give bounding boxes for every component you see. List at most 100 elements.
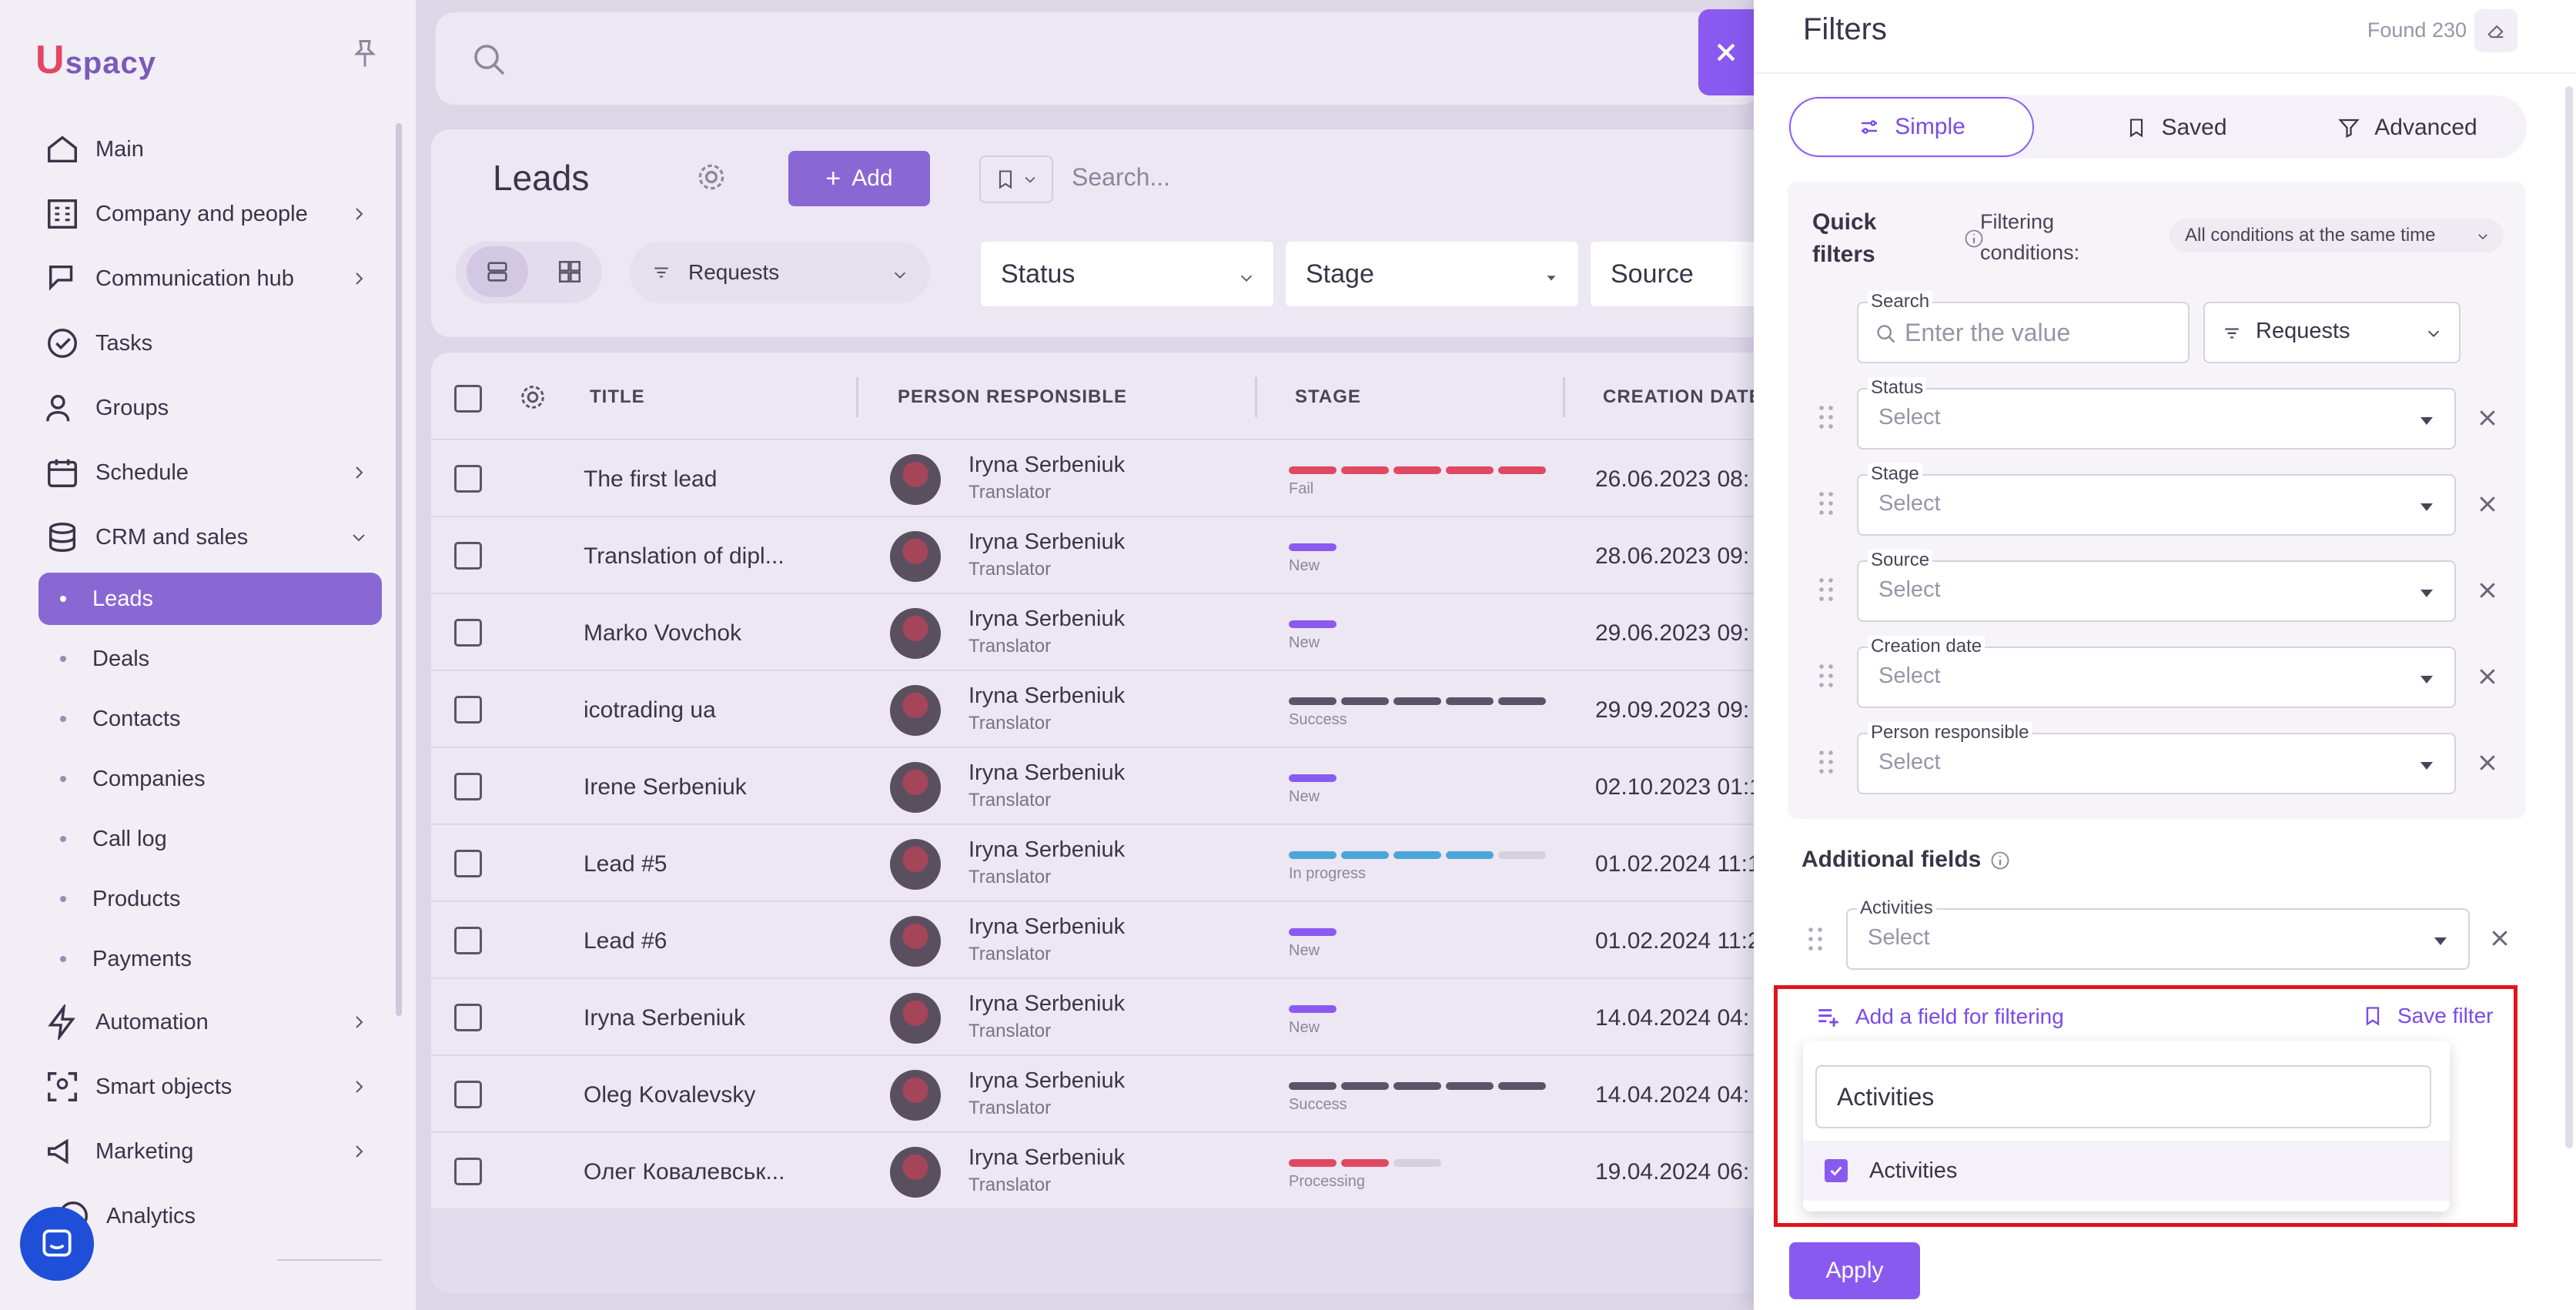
row-checkbox[interactable] (454, 619, 482, 647)
remove-filter-icon[interactable] (2488, 927, 2511, 950)
lead-title[interactable]: Marko Vovchok (584, 620, 741, 647)
table-row[interactable]: Lead #5 Iryna Serbeniuk Translator In pr… (431, 824, 1771, 901)
sidebar-item-marketing[interactable]: Marketing (45, 1128, 368, 1175)
sidebar-scrollbar[interactable] (396, 123, 402, 1016)
close-filters-button[interactable] (1698, 9, 1754, 95)
person-responsible-select[interactable]: Person responsible Select (1857, 722, 2456, 794)
row-checkbox[interactable] (454, 542, 482, 570)
column-header-title[interactable]: TITLE (590, 386, 645, 408)
person-name[interactable]: Iryna Serbeniuk (969, 607, 1125, 632)
sidebar-item-automation[interactable]: Automation (45, 999, 368, 1045)
person-name[interactable]: Iryna Serbeniuk (969, 683, 1125, 709)
requests-select[interactable]: Requests (2203, 302, 2461, 363)
sidebar-sub-contacts[interactable]: Contacts (60, 700, 180, 738)
add-field-button[interactable]: Add a field for filtering (1815, 1004, 2064, 1030)
row-checkbox[interactable] (454, 927, 482, 954)
person-name[interactable]: Iryna Serbeniuk (969, 1145, 1125, 1171)
drag-handle-icon[interactable] (1808, 927, 1823, 951)
row-checkbox[interactable] (454, 1081, 482, 1108)
drag-handle-icon[interactable] (1818, 750, 1834, 774)
row-checkbox[interactable] (454, 1158, 482, 1185)
lead-title[interactable]: Lead #6 (584, 928, 667, 954)
person-name[interactable]: Iryna Serbeniuk (969, 914, 1125, 940)
sidebar-sub-products[interactable]: Products (60, 880, 180, 918)
table-row[interactable]: Translation of dipl... Iryna Serbeniuk T… (431, 516, 1771, 593)
sidebar-item-smart-objects[interactable]: Smart objects (45, 1064, 368, 1110)
person-name[interactable]: Iryna Serbeniuk (969, 1068, 1125, 1094)
remove-filter-icon[interactable] (2476, 579, 2499, 602)
select-all-checkbox[interactable] (454, 385, 482, 413)
lead-title[interactable]: Iryna Serbeniuk (584, 1005, 745, 1031)
tab-saved[interactable]: Saved (2065, 100, 2288, 155)
column-header-stage[interactable]: STAGE (1295, 386, 1361, 408)
sidebar-sub-leads[interactable]: Leads (60, 580, 153, 618)
dropdown-option-activities[interactable]: Activities (1803, 1141, 2450, 1201)
table-row[interactable]: Irene Serbeniuk Iryna Serbeniuk Translat… (431, 747, 1771, 824)
lead-title[interactable]: Олег Ковалевськ... (584, 1159, 785, 1185)
sidebar-sub-deals[interactable]: Deals (60, 640, 149, 678)
stage-filter[interactable]: Stage (1286, 242, 1578, 306)
table-row[interactable]: Iryna Serbeniuk Iryna Serbeniuk Translat… (431, 977, 1771, 1054)
clear-filters-button[interactable] (2474, 9, 2517, 52)
lead-title[interactable]: Irene Serbeniuk (584, 774, 747, 800)
column-header-person[interactable]: PERSON RESPONSIBLE (898, 386, 1127, 408)
pin-icon[interactable] (351, 38, 379, 69)
sidebar-item-schedule[interactable]: Schedule (45, 449, 368, 496)
table-row[interactable]: Олег Ковалевськ... Iryna Serbeniuk Trans… (431, 1131, 1771, 1208)
remove-filter-icon[interactable] (2476, 406, 2499, 429)
row-checkbox[interactable] (454, 696, 482, 724)
sidebar-item-company[interactable]: Company and people (45, 191, 368, 237)
remove-filter-icon[interactable] (2476, 665, 2499, 688)
gear-icon[interactable] (517, 382, 548, 413)
tab-advanced[interactable]: Advanced (2296, 100, 2519, 155)
lead-title[interactable]: Translation of dipl... (584, 543, 785, 570)
person-name[interactable]: Iryna Serbeniuk (969, 453, 1125, 478)
lead-title[interactable]: Oleg Kovalevsky (584, 1082, 755, 1108)
sidebar-item-main[interactable]: Main (45, 126, 368, 172)
global-search-bar[interactable] (436, 12, 1760, 105)
lead-title[interactable]: icotrading ua (584, 697, 716, 724)
column-separator[interactable] (856, 377, 858, 417)
info-icon[interactable] (1989, 850, 2011, 871)
apply-button[interactable]: Apply (1789, 1242, 1920, 1299)
drag-handle-icon[interactable] (1818, 663, 1834, 688)
filtering-conditions-select[interactable]: All conditions at the same time (2170, 219, 2504, 252)
save-filter-button[interactable]: Save filter (2362, 1004, 2494, 1028)
sidebar-item-crm[interactable]: CRM and sales (45, 514, 368, 560)
person-name[interactable]: Iryna Serbeniuk (969, 837, 1125, 863)
kanban-view-button[interactable] (539, 246, 601, 297)
drag-handle-icon[interactable] (1818, 577, 1834, 602)
sidebar-item-communication[interactable]: Communication hub (45, 256, 368, 302)
sidebar-item-analytics[interactable]: Analytics (55, 1193, 379, 1239)
lead-title[interactable]: The first lead (584, 466, 717, 493)
drawer-scrollbar[interactable] (2565, 86, 2573, 1148)
person-name[interactable]: Iryna Serbeniuk (969, 530, 1125, 555)
list-view-button[interactable] (467, 246, 528, 297)
table-row[interactable]: Marko Vovchok Iryna Serbeniuk Translator… (431, 593, 1771, 670)
lead-title[interactable]: Lead #5 (584, 851, 667, 877)
source-select[interactable]: Source Select (1857, 550, 2456, 622)
column-separator[interactable] (1255, 377, 1257, 417)
search-field[interactable]: Search Enter the value (1857, 291, 2190, 363)
row-checkbox[interactable] (454, 465, 482, 493)
leads-search-input[interactable]: Search... (1072, 163, 1170, 192)
support-chat-button[interactable] (20, 1207, 94, 1281)
field-search-input[interactable]: Activities (1815, 1065, 2431, 1128)
table-row[interactable]: Lead #6 Iryna Serbeniuk Translator New 0… (431, 901, 1771, 977)
row-checkbox[interactable] (454, 1004, 482, 1031)
drag-handle-icon[interactable] (1818, 491, 1834, 516)
row-checkbox[interactable] (454, 773, 482, 800)
row-checkbox[interactable] (454, 850, 482, 877)
add-lead-button[interactable]: + Add (788, 151, 930, 206)
table-row[interactable]: icotrading ua Iryna Serbeniuk Translator… (431, 670, 1771, 747)
person-name[interactable]: Iryna Serbeniuk (969, 760, 1125, 786)
sidebar-item-tasks[interactable]: Tasks (45, 320, 368, 366)
activities-select[interactable]: Activities Select (1846, 897, 2470, 970)
requests-select[interactable]: Requests (630, 242, 930, 303)
column-header-creation-date[interactable]: CREATION DATE (1603, 386, 1762, 408)
table-row[interactable]: The first lead Iryna Serbeniuk Translato… (431, 439, 1771, 516)
status-filter[interactable]: Status (981, 242, 1273, 306)
stage-select[interactable]: Stage Select (1857, 463, 2456, 536)
tab-simple[interactable]: Simple (1789, 97, 2034, 157)
saved-filters-select[interactable] (979, 155, 1053, 203)
